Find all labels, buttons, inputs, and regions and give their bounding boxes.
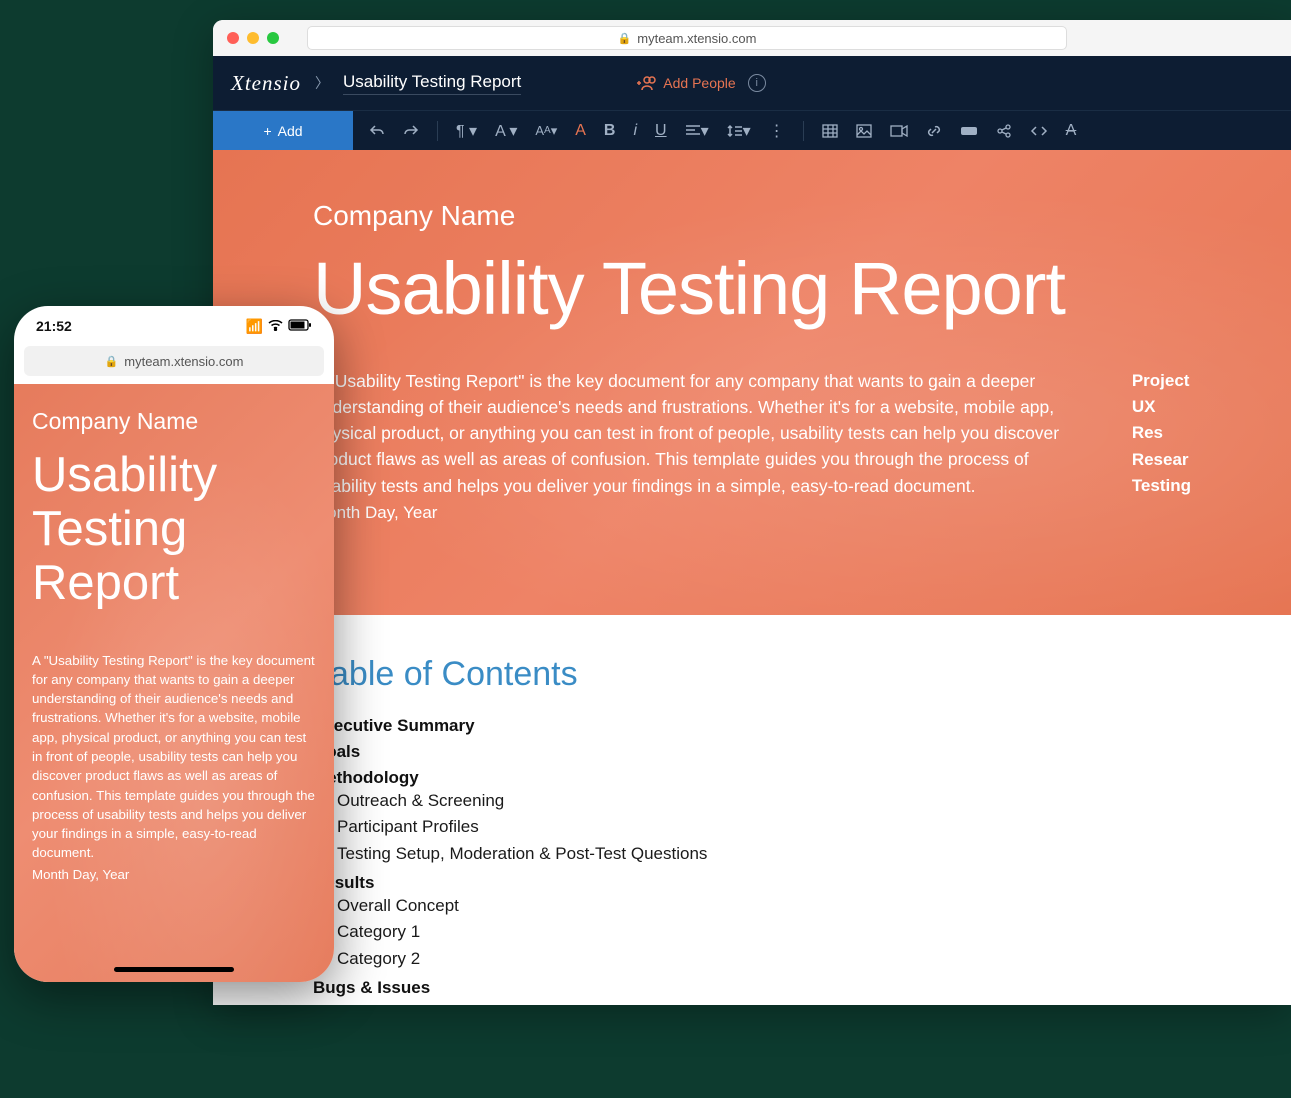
home-indicator[interactable] xyxy=(114,967,234,972)
app-header: Xtensio 〉 Usability Testing Report Add P… xyxy=(213,56,1291,110)
document-canvas[interactable]: Company Name Usability Testing Report A … xyxy=(213,150,1291,1005)
meta-line: UX Res xyxy=(1132,394,1191,447)
maximize-icon[interactable] xyxy=(267,32,279,44)
people-plus-icon xyxy=(635,75,657,91)
toc-item[interactable]: Executive Summary xyxy=(313,716,1191,736)
more-icon[interactable]: ⋮ xyxy=(769,121,785,141)
add-people-label: Add People xyxy=(663,75,735,91)
image-icon[interactable] xyxy=(856,124,872,138)
code-icon[interactable] xyxy=(1030,125,1048,137)
meta-line: Testing xyxy=(1132,473,1191,499)
toc-heading: Table of Contents xyxy=(313,655,1191,694)
toc-sublist: Overall Concept Category 1 Category 2 xyxy=(337,893,1191,972)
address-bar[interactable]: 🔒 myteam.xtensio.com xyxy=(307,26,1067,50)
toc-item[interactable]: Results xyxy=(313,873,1191,893)
browser-window: 🔒 myteam.xtensio.com Xtensio 〉 Usability… xyxy=(213,20,1291,1005)
add-label: Add xyxy=(278,123,303,139)
video-icon[interactable] xyxy=(890,125,908,137)
phone-status-bar: 21:52 📶 xyxy=(14,306,334,346)
share-icon[interactable] xyxy=(996,123,1012,139)
font-size-icon[interactable]: AA ▾ xyxy=(535,123,557,139)
date-line[interactable]: Month Day, Year xyxy=(313,503,1082,523)
link-icon[interactable] xyxy=(926,123,942,139)
italic-icon[interactable]: i xyxy=(633,122,637,140)
phone-intro: A "Usability Testing Report" is the key … xyxy=(32,651,316,863)
redo-icon[interactable] xyxy=(403,123,419,139)
meta-block[interactable]: Project UX Res Resear Testing xyxy=(1132,368,1191,500)
status-icons: 📶 xyxy=(246,318,312,335)
info-icon[interactable]: i xyxy=(748,74,766,92)
toc-item[interactable]: Methodology xyxy=(313,768,1191,788)
document-heading[interactable]: Usability Testing Report xyxy=(313,250,1191,328)
toc-item[interactable]: Bugs & Issues xyxy=(313,978,1191,998)
underline-icon[interactable]: U xyxy=(655,122,667,140)
close-icon[interactable] xyxy=(227,32,239,44)
phone-preview: 21:52 📶 🔒 myteam.xtensio.com Company Nam… xyxy=(14,306,334,982)
lock-icon: 🔒 xyxy=(618,32,632,45)
window-titlebar: 🔒 myteam.xtensio.com xyxy=(213,20,1291,56)
phone-address-bar[interactable]: 🔒 myteam.xtensio.com xyxy=(24,346,324,376)
plus-icon: + xyxy=(263,123,271,139)
url-text: myteam.xtensio.com xyxy=(637,31,756,46)
toc-item[interactable]: Goals xyxy=(313,742,1191,762)
phone-date: Month Day, Year xyxy=(32,867,316,882)
clear-format-icon[interactable]: A xyxy=(1066,122,1077,140)
svg-text:B: B xyxy=(966,128,971,135)
editor-toolbar: + Add ¶ ▾ A ▾ AA ▾ A B i U ▾ ▾ ⋮ B A xyxy=(213,110,1291,150)
toc-subitem[interactable]: Testing Setup, Moderation & Post-Test Qu… xyxy=(337,841,1191,867)
battery-icon xyxy=(288,318,312,334)
lock-icon: 🔒 xyxy=(105,355,119,368)
toc-subitem[interactable]: Category 1 xyxy=(337,919,1191,945)
signal-icon: 📶 xyxy=(246,318,263,335)
toc-subitem[interactable]: Outreach & Screening xyxy=(337,788,1191,814)
toc-section[interactable]: Table of Contents Executive Summary Goal… xyxy=(213,615,1291,1005)
company-name[interactable]: Company Name xyxy=(313,200,1191,232)
toc-subitem[interactable]: Category 2 xyxy=(337,946,1191,972)
minimize-icon[interactable] xyxy=(247,32,259,44)
add-people-button[interactable]: Add People i xyxy=(635,74,765,92)
font-family-icon[interactable]: A ▾ xyxy=(495,121,517,141)
phone-title: Usability Testing Report xyxy=(32,449,316,611)
undo-icon[interactable] xyxy=(369,123,385,139)
hero-section: Company Name Usability Testing Report A … xyxy=(213,150,1291,615)
paragraph-icon[interactable]: ¶ ▾ xyxy=(456,121,477,141)
toc-subitem[interactable]: Overall Concept xyxy=(337,893,1191,919)
phone-time: 21:52 xyxy=(36,318,72,334)
phone-url-text: myteam.xtensio.com xyxy=(124,354,243,369)
intro-paragraph[interactable]: A "Usability Testing Report" is the key … xyxy=(313,368,1082,499)
phone-hero: Company Name Usability Testing Report A … xyxy=(14,384,334,982)
meta-line: Project xyxy=(1132,368,1191,394)
align-icon[interactable]: ▾ xyxy=(685,121,709,141)
brand-logo[interactable]: Xtensio xyxy=(231,71,301,96)
phone-company: Company Name xyxy=(32,408,316,435)
chevron-right-icon: 〉 xyxy=(315,73,329,93)
bold-icon[interactable]: B xyxy=(604,122,616,140)
line-height-icon[interactable]: ▾ xyxy=(727,121,751,141)
document-title[interactable]: Usability Testing Report xyxy=(343,72,521,95)
text-color-icon[interactable]: A xyxy=(575,122,586,140)
toc-subitem[interactable]: Participant Profiles xyxy=(337,814,1191,840)
meta-line: Resear xyxy=(1132,447,1191,473)
button-icon[interactable]: B xyxy=(960,125,978,137)
table-icon[interactable] xyxy=(822,124,838,138)
wifi-icon xyxy=(268,318,283,334)
add-button[interactable]: + Add xyxy=(213,111,353,150)
toc-sublist: Outreach & Screening Participant Profile… xyxy=(337,788,1191,867)
